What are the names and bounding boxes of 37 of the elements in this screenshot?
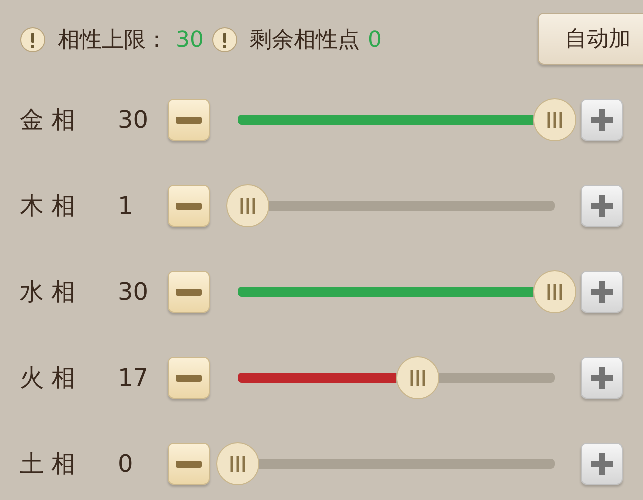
attribute-value: 0 (118, 450, 134, 478)
remaining-value: 0 (368, 28, 382, 52)
attribute-name: 土 相 (20, 449, 77, 480)
minus-button[interactable] (168, 99, 210, 141)
plus-button[interactable] (581, 271, 623, 313)
minus-button[interactable] (168, 271, 210, 313)
attribute-value: 30 (118, 278, 150, 306)
plus-button[interactable] (581, 99, 623, 141)
slider-thumb[interactable] (216, 442, 260, 486)
slider-thumb[interactable] (396, 356, 440, 400)
plus-icon (589, 107, 615, 133)
attribute-name: 金 相 (20, 105, 77, 136)
slider-thumb[interactable] (226, 184, 270, 228)
plus-button[interactable] (581, 185, 623, 227)
remaining-label: 剩余相性点 (250, 27, 360, 55)
attribute-name: 火 相 (20, 363, 77, 394)
limit-label: 相性上限： (58, 27, 168, 55)
info-icon[interactable] (212, 27, 238, 53)
attribute-value: 30 (118, 106, 150, 134)
info-icon[interactable] (20, 27, 46, 53)
plus-icon (589, 279, 615, 305)
attribute-name: 木 相 (20, 191, 77, 222)
limit-value: 30 (176, 28, 204, 52)
minus-button[interactable] (168, 443, 210, 485)
minus-button[interactable] (168, 185, 210, 227)
minus-button[interactable] (168, 357, 210, 399)
attribute-value: 17 (118, 364, 150, 392)
plus-button[interactable] (581, 357, 623, 399)
slider-thumb[interactable] (533, 270, 577, 314)
slider-thumb[interactable] (533, 98, 577, 142)
auto-add-button[interactable]: 自动加 (538, 13, 643, 65)
plus-icon (589, 451, 615, 477)
plus-button[interactable] (581, 443, 623, 485)
attribute-name: 水 相 (20, 277, 77, 308)
plus-icon (589, 365, 615, 391)
attribute-value: 1 (118, 192, 134, 220)
plus-icon (589, 193, 615, 219)
